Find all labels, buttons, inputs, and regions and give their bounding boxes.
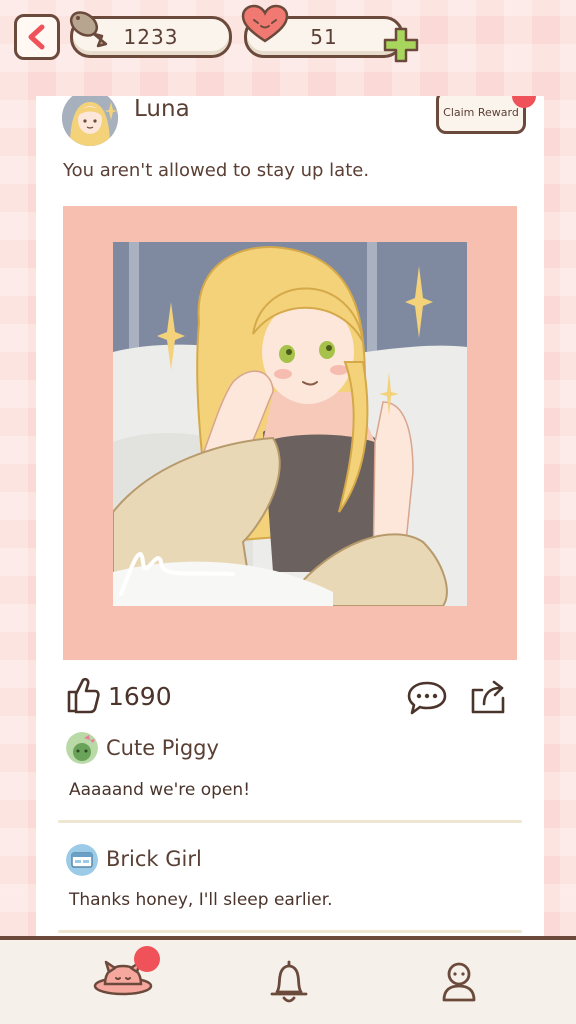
brick-girl-avatar[interactable] xyxy=(66,844,98,876)
post-photo xyxy=(113,242,467,606)
cute-piggy-avatar[interactable] xyxy=(66,732,98,764)
back-button[interactable] xyxy=(14,14,60,60)
back-arrow-icon xyxy=(28,24,45,50)
post-text: You aren't allowed to stay up late. xyxy=(63,160,370,181)
notification-dot xyxy=(134,946,160,972)
comment-text: Aaaaand we're open! xyxy=(69,780,251,800)
commenter-name[interactable]: Cute Piggy xyxy=(106,736,219,760)
post-author-name[interactable]: Luna xyxy=(134,96,190,122)
bottom-navigation xyxy=(0,936,576,1024)
comment-text: Thanks honey, I'll sleep earlier. xyxy=(69,890,333,910)
post-photo-frame[interactable] xyxy=(63,206,517,660)
plus-icon[interactable] xyxy=(382,26,420,64)
profile-icon[interactable] xyxy=(440,960,478,1002)
like-count: 1690 xyxy=(108,682,172,711)
fish-icon xyxy=(69,11,108,48)
fish-count: 1233 xyxy=(123,25,179,49)
thumbs-up-icon[interactable] xyxy=(66,676,100,714)
sparkle-icon xyxy=(104,102,118,120)
comment-divider xyxy=(58,820,522,823)
commenter-name[interactable]: Brick Girl xyxy=(106,847,202,871)
bell-icon[interactable] xyxy=(268,958,310,1006)
heart-count: 51 xyxy=(310,25,338,49)
speech-bubble-icon[interactable] xyxy=(406,680,448,716)
heart-icon xyxy=(241,4,289,43)
post-card: Luna Claim Reward You aren't allowed to … xyxy=(36,96,544,938)
share-icon[interactable] xyxy=(468,678,508,716)
comment-divider xyxy=(58,930,522,933)
